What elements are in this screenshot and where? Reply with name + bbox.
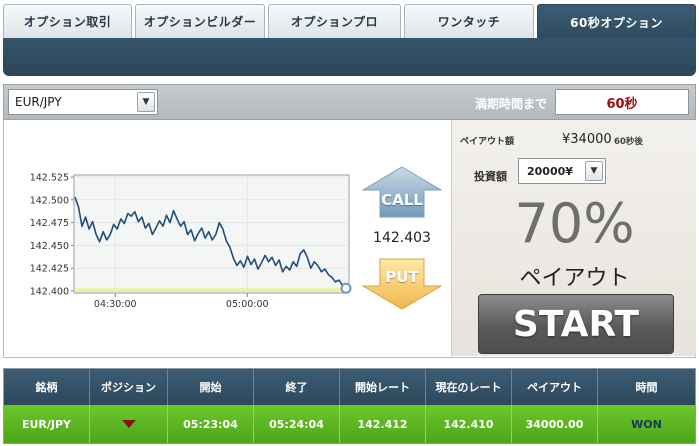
call-button[interactable]: CALL bbox=[361, 166, 443, 218]
column-header: ペイアウト bbox=[512, 369, 598, 405]
y-tick-label: 142.450 bbox=[30, 241, 69, 252]
x-tick-label: 05:00:00 bbox=[226, 299, 269, 310]
current-price-marker bbox=[340, 282, 352, 294]
column-header: 開始レート bbox=[340, 369, 426, 405]
column-header: 時間 bbox=[635, 381, 658, 394]
column-header: ポジション bbox=[90, 369, 168, 405]
order-panel: ペイアウト額 ¥34000 60秒後 投資額 20000¥ ▼ 70% ペイアウ… bbox=[451, 120, 696, 356]
table-header: 銘柄 ポジション 開始 終了 開始レート 現在のレート ペイアウト 時間 bbox=[4, 369, 695, 405]
trade-table: 銘柄 ポジション 開始 終了 開始レート 現在のレート ペイアウト 時間 EUR… bbox=[3, 368, 696, 444]
y-axis-ticks: 142.525 142.500 142.475 142.450 142.425 142.4… bbox=[30, 173, 74, 298]
y-tick-label: 142.475 bbox=[30, 218, 69, 229]
payout-timing: 60秒後 bbox=[614, 137, 643, 147]
chevron-down-icon[interactable]: ▼ bbox=[585, 161, 603, 181]
tab-strip: オプション取引 オプションビルダー オプションプロ ワンタッチ 60秒オプション bbox=[0, 0, 699, 40]
trading-panel: 142.525 142.500 142.475 142.450 142.425 142.4… bbox=[3, 120, 696, 358]
expiry-label: 満期時間まで bbox=[474, 97, 547, 111]
column-header: 終了 bbox=[254, 369, 340, 405]
cell-end: 05:24:04 bbox=[254, 405, 340, 443]
payout-rate-percent: 70% bbox=[514, 192, 635, 255]
tab-option-pro[interactable]: オプションプロ bbox=[268, 4, 401, 38]
tab-option-builder[interactable]: オプションビルダー bbox=[135, 4, 265, 38]
investment-label: 投資額 bbox=[474, 170, 507, 183]
cell-payout: 34000.00 bbox=[512, 405, 598, 443]
y-tick-label: 142.400 bbox=[30, 287, 69, 298]
tab-60-second-option[interactable]: 60秒オプション bbox=[537, 4, 696, 40]
payout-amount-label: ペイアウト額 bbox=[460, 137, 515, 147]
tab-one-touch[interactable]: ワンタッチ bbox=[404, 4, 534, 38]
y-tick-label: 142.525 bbox=[30, 173, 69, 184]
cell-current-rate: 142.410 bbox=[426, 405, 512, 443]
chevron-down-icon[interactable]: ▼ bbox=[137, 92, 155, 112]
column-header: 現在のレート bbox=[426, 369, 512, 405]
cell-start-rate: 142.412 bbox=[340, 405, 426, 443]
investment-select[interactable]: 20000¥ ▼ bbox=[518, 158, 606, 184]
cell-result: WON bbox=[631, 417, 662, 431]
tab-label: 60秒オプション bbox=[570, 16, 663, 30]
tab-label: オプション取引 bbox=[23, 15, 112, 29]
put-label: PUT bbox=[385, 268, 419, 286]
current-rate: 142.403 bbox=[373, 230, 431, 246]
put-button[interactable]: PUT bbox=[361, 258, 443, 310]
y-tick-label: 142.425 bbox=[30, 264, 69, 275]
toolbar: EUR/JPY ▼ 満期時間まで 60秒 bbox=[3, 84, 696, 120]
tab-label: オプションビルダー bbox=[143, 15, 257, 29]
symbol-select-value: EUR/JPY bbox=[15, 95, 62, 109]
call-label: CALL bbox=[381, 191, 423, 209]
y-tick-label: 142.500 bbox=[30, 195, 69, 206]
investment-value: 20000¥ bbox=[527, 165, 573, 178]
tab-option-trading[interactable]: オプション取引 bbox=[3, 4, 132, 38]
payout-rate-caption: ペイアウト bbox=[519, 266, 630, 291]
symbol-select[interactable]: EUR/JPY ▼ bbox=[8, 89, 158, 115]
payout-amount: ¥34000 bbox=[562, 132, 612, 147]
cell-position bbox=[90, 405, 168, 443]
table-row[interactable]: EUR/JPY 05:23:04 05:24:04 142.412 142.41… bbox=[4, 405, 695, 443]
tab-content-banner bbox=[3, 38, 696, 76]
tab-label: ワンタッチ bbox=[437, 15, 501, 29]
down-arrow-icon bbox=[121, 420, 136, 428]
x-tick-label: 04:30:00 bbox=[94, 299, 137, 310]
chart-panel: 142.525 142.500 142.475 142.450 142.425 142.4… bbox=[4, 120, 450, 356]
expiry-countdown: 60秒 bbox=[555, 89, 689, 115]
column-header: 銘柄 bbox=[4, 369, 90, 405]
cell-symbol: EUR/JPY bbox=[4, 405, 90, 443]
tab-label: オプションプロ bbox=[290, 15, 379, 29]
start-button[interactable]: START bbox=[478, 294, 674, 354]
x-axis-ticks: 04:30:00 05:00:00 bbox=[94, 293, 269, 310]
cell-start: 05:23:04 bbox=[168, 405, 254, 443]
column-header: 開始 bbox=[168, 369, 254, 405]
